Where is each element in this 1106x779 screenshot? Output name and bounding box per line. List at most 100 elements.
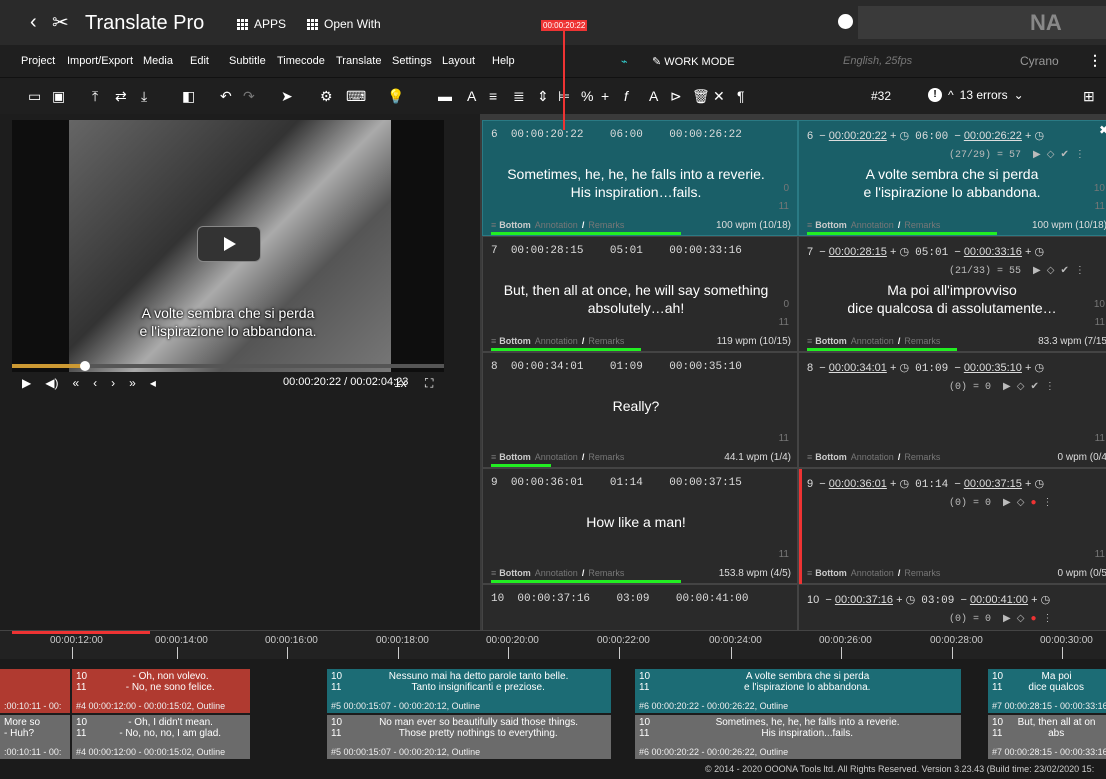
clock-icon[interactable]: ◷ <box>906 594 916 606</box>
timeline-block[interactable]: 10 - Oh, I didn't mean. 11 - No, no, no, I … <box>72 715 250 759</box>
check-icon[interactable]: ✔ <box>1060 266 1068 277</box>
close-icon[interactable]: ✕ <box>713 88 725 105</box>
clock-icon[interactable]: ◷ <box>1035 130 1045 142</box>
align-icon[interactable]: ≡ <box>489 88 497 104</box>
plus-in-icon[interactable]: + <box>890 478 896 490</box>
gear-icon[interactable]: ⚙ <box>320 88 333 105</box>
minus-in-icon[interactable]: − <box>825 594 831 606</box>
merge-icon[interactable]: % <box>581 88 593 104</box>
time-in[interactable]: 00:00:28:15 <box>829 246 887 258</box>
position-icon[interactable]: ≡ <box>491 568 496 579</box>
source-text[interactable]: How like a man! <box>489 513 783 531</box>
play-segment-icon[interactable]: ▶ <box>1033 266 1041 277</box>
more-icon[interactable]: ⋮ <box>1043 614 1053 625</box>
more-icon[interactable]: ⋮ <box>1043 498 1053 509</box>
minus-in-icon[interactable]: − <box>819 362 825 374</box>
apps-button[interactable]: APPS <box>237 17 286 31</box>
pilcrow-icon[interactable]: ¶ <box>737 88 745 104</box>
menu-project[interactable]: Project <box>21 55 55 67</box>
chevron-down-icon[interactable]: ⌄ <box>1014 88 1024 102</box>
tag-icon[interactable]: ◇ <box>1047 266 1055 277</box>
clock-icon[interactable]: ◷ <box>1035 478 1045 490</box>
remarks-tab[interactable]: Remarks <box>904 220 940 231</box>
user-icon[interactable] <box>838 14 853 29</box>
undo-icon[interactable]: ↶ <box>220 88 232 105</box>
source-text[interactable]: Really? <box>489 397 783 415</box>
more-icon[interactable]: ⋮ <box>1075 150 1085 161</box>
align-center-icon[interactable]: ≣ <box>513 88 525 105</box>
clock-icon[interactable]: ◷ <box>899 246 909 258</box>
remarks-tab[interactable]: Remarks <box>904 568 940 579</box>
remarks-tab[interactable]: Remarks <box>904 336 940 347</box>
play-segment-icon[interactable]: ▶ <box>1003 382 1011 393</box>
source-subtitle-cell[interactable]: 6 00:00:20:22 06:00 00:00:26:22 Sometimes… <box>482 120 798 236</box>
target-subtitle-cell[interactable]: 9 − 00:00:36:01 + ◷ 01:14 − 00:00:37:15 … <box>798 468 1106 585</box>
fast-forward-icon[interactable]: » <box>129 376 136 390</box>
time-in[interactable]: 00:00:37:16 <box>835 594 893 606</box>
target-subtitle-cell[interactable]: 6 − 00:00:20:22 + ◷ 06:00 − 00:00:26:22 … <box>798 120 1106 236</box>
clock-icon[interactable]: ◷ <box>1035 362 1045 374</box>
download-icon[interactable]: ⤓ <box>141 88 147 105</box>
step-forward-icon[interactable]: › <box>111 376 115 390</box>
menu-import-export[interactable]: Import/Export <box>67 55 133 67</box>
annotation-tab[interactable]: Annotation <box>851 336 894 347</box>
time-out[interactable]: 00:00:41:00 <box>970 594 1028 606</box>
position-icon[interactable]: ≡ <box>491 452 496 463</box>
position-icon[interactable]: ≡ <box>491 336 496 347</box>
tag-icon[interactable]: ◇ <box>1047 150 1055 161</box>
error-icon[interactable]: ● <box>1030 498 1036 509</box>
menu-layout[interactable]: Layout <box>442 55 475 67</box>
rewind-icon[interactable]: « <box>72 376 79 390</box>
redo-icon[interactable]: ↷ <box>243 88 255 105</box>
source-text[interactable]: Sometimes, he, he, he falls into a rever… <box>489 165 783 201</box>
time-in[interactable]: 00:00:36:01 <box>829 478 887 490</box>
target-text[interactable]: A volte sembra che si perda e l'ispirazio… <box>805 165 1099 201</box>
source-subtitle-cell[interactable]: 7 00:00:28:15 05:01 00:00:33:16 But, then… <box>482 236 798 352</box>
position-icon[interactable]: ≡ <box>807 568 812 579</box>
plus-out-icon[interactable]: + <box>1025 246 1031 258</box>
annotation-tab[interactable]: Annotation <box>535 452 578 463</box>
play-segment-icon[interactable]: ▶ <box>1003 498 1011 509</box>
plus-out-icon[interactable]: + <box>1031 594 1037 606</box>
layout-icon[interactable]: ⊞ <box>1083 88 1095 105</box>
time-in[interactable]: 00:00:34:01 <box>829 362 887 374</box>
clock-icon[interactable]: ◷ <box>899 478 909 490</box>
error-icon[interactable]: ● <box>1030 614 1036 625</box>
target-subtitle-cell[interactable]: 7 − 00:00:28:15 + ◷ 05:01 − 00:00:33:16 … <box>798 236 1106 352</box>
clock-icon[interactable]: ◷ <box>1041 594 1051 606</box>
timeline-block[interactable]: 10 - Oh, non volevo. 11 - No, ne sono felic… <box>72 669 250 713</box>
italic-icon[interactable]: f <box>624 88 628 104</box>
playback-rate[interactable]: 1x <box>394 376 407 390</box>
box-icon[interactable]: ▬ <box>438 88 452 104</box>
timeline-block[interactable]: 10 Ma poi 11 dice qualcos #7 00:00:28:15 - 0… <box>988 669 1106 713</box>
timeline-block[interactable]: More so - Huh?:00:10:11 - 00: <box>0 715 70 759</box>
tag-icon[interactable]: ◇ <box>1017 382 1025 393</box>
open-with-button[interactable]: Open With <box>307 17 381 31</box>
fullscreen-icon[interactable]: ⛶ <box>425 376 433 391</box>
source-subtitle-cell[interactable]: 9 00:00:36:01 01:14 00:00:37:15 How like … <box>482 468 798 584</box>
text-size-icon[interactable]: A <box>649 88 658 104</box>
position-icon[interactable]: ≡ <box>807 452 812 463</box>
plus-in-icon[interactable]: + <box>890 362 896 374</box>
target-text[interactable]: Ma poi all'improvviso dice qualcosa di as… <box>805 281 1099 317</box>
position-icon[interactable]: ≡ <box>807 336 812 347</box>
timeline-block[interactable]: :00:10:11 - 00: <box>0 669 70 713</box>
tag-icon[interactable]: ◇ <box>1017 614 1025 625</box>
chevron-up-icon[interactable]: ^ <box>948 88 954 102</box>
lightbulb-icon[interactable]: 💡 <box>387 88 404 105</box>
upload-icon[interactable]: ⤒ <box>92 88 98 105</box>
clock-icon[interactable]: ◷ <box>899 130 909 142</box>
timeline-block[interactable]: 10 A volte sembra che si perda 11 e l'ispir… <box>635 669 961 713</box>
check-icon[interactable]: ✔ <box>1060 150 1068 161</box>
menu-settings[interactable]: Settings <box>392 55 432 67</box>
clock-icon[interactable]: ◷ <box>1035 246 1045 258</box>
play-button[interactable] <box>197 226 261 262</box>
annotation-tab[interactable]: Annotation <box>535 336 578 347</box>
close-icon[interactable]: ✖ <box>1099 123 1106 137</box>
source-text[interactable]: But, then all at once, he will say somet… <box>489 281 783 317</box>
vertical-position-icon[interactable]: ⇕ <box>537 88 549 105</box>
clock-icon[interactable]: ◷ <box>899 362 909 374</box>
annotation-tab[interactable]: Annotation <box>535 220 578 231</box>
menu-translate[interactable]: Translate <box>336 55 381 67</box>
annotation-tab[interactable]: Annotation <box>535 568 578 579</box>
